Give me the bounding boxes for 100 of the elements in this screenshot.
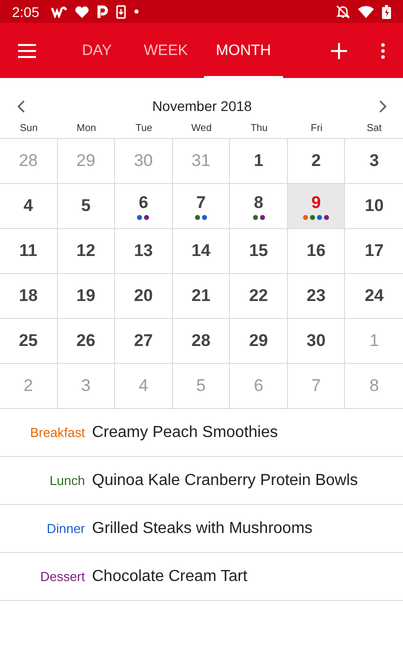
day-number: 30 bbox=[306, 331, 326, 351]
day-number: 10 bbox=[364, 196, 384, 216]
day-cell[interactable]: 17 bbox=[345, 229, 403, 274]
day-cell[interactable]: 11 bbox=[0, 229, 58, 274]
meal-label: Breakfast bbox=[29, 425, 85, 440]
weekday-label: Sat bbox=[366, 122, 383, 134]
next-month-icon[interactable] bbox=[379, 100, 387, 112]
day-number: 30 bbox=[134, 151, 153, 171]
day-number: 2 bbox=[311, 151, 321, 171]
recipe-title: Grilled Steaks with Mushrooms bbox=[92, 520, 313, 538]
meal-row[interactable]: Lunch Quinoa Kale Cranberry Protein Bowls bbox=[0, 457, 403, 505]
weekday-label: Wed bbox=[190, 122, 213, 134]
day-number: 3 bbox=[81, 376, 91, 396]
day-number: 20 bbox=[134, 286, 153, 306]
day-number: 28 bbox=[192, 331, 210, 351]
day-number: 17 bbox=[364, 241, 384, 261]
day-number: 7 bbox=[196, 192, 206, 212]
day-cell[interactable]: 4 bbox=[0, 184, 58, 229]
day-cell[interactable]: 20 bbox=[115, 274, 173, 319]
day-number: 6 bbox=[138, 192, 148, 212]
day-number: 6 bbox=[254, 376, 264, 396]
p-icon bbox=[97, 5, 108, 18]
day-number: 8 bbox=[369, 376, 379, 396]
day-cell[interactable]: 27 bbox=[115, 319, 173, 364]
meal-row[interactable]: Dessert Chocolate Cream Tart bbox=[0, 553, 403, 601]
recipe-title: Creamy Peach Smoothies bbox=[92, 424, 278, 442]
day-number: 18 bbox=[18, 286, 38, 306]
recipe-title: Quinoa Kale Cranberry Protein Bowls bbox=[92, 472, 358, 490]
day-cell[interactable]: 28 bbox=[172, 319, 230, 364]
weekday-label: Fri bbox=[310, 122, 324, 134]
day-number: 8 bbox=[254, 192, 264, 212]
day-cell[interactable]: 1 bbox=[230, 139, 288, 184]
day-cell[interactable]: 10 bbox=[345, 184, 403, 229]
day-number: 4 bbox=[24, 196, 34, 216]
day-number: 15 bbox=[249, 241, 268, 261]
day-number: 4 bbox=[138, 376, 148, 396]
day-cell[interactable]: 18 bbox=[0, 274, 58, 319]
day-cell[interactable]: 12 bbox=[58, 229, 116, 274]
meal-label: Dinner bbox=[46, 521, 85, 536]
day-number: 3 bbox=[369, 151, 379, 171]
day-number: 26 bbox=[76, 331, 96, 351]
meal-row[interactable]: Dinner Grilled Steaks with Mushrooms bbox=[0, 505, 403, 553]
day-cell[interactable]: 26 bbox=[58, 319, 116, 364]
day-number: 23 bbox=[306, 286, 326, 306]
day-number: 1 bbox=[254, 151, 264, 171]
day-number: 13 bbox=[134, 241, 153, 261]
previous-month-icon[interactable] bbox=[17, 100, 25, 112]
recipe-title: Chocolate Cream Tart bbox=[92, 568, 248, 586]
add-icon[interactable] bbox=[331, 42, 347, 58]
day-cell[interactable]: 30 bbox=[288, 319, 346, 364]
day-number: 12 bbox=[76, 241, 96, 261]
meal-label: Lunch bbox=[48, 473, 85, 488]
more-icon[interactable] bbox=[381, 42, 385, 58]
menu-icon[interactable] bbox=[18, 44, 36, 58]
meal-label: Dessert bbox=[39, 569, 85, 584]
day-cell[interactable]: 22 bbox=[230, 274, 288, 319]
day-cell[interactable]: 25 bbox=[0, 319, 58, 364]
day-cell[interactable]: 21 bbox=[172, 274, 230, 319]
dot-icon bbox=[134, 9, 140, 14]
day-cell[interactable]: 15 bbox=[230, 229, 288, 274]
bell-off-icon bbox=[336, 4, 350, 18]
day-cell[interactable]: 6 bbox=[115, 184, 173, 229]
day-cell[interactable]: 29 bbox=[230, 319, 288, 364]
day-number: 1 bbox=[369, 331, 379, 351]
month-title: November 2018 bbox=[152, 98, 252, 114]
day-cell[interactable]: 5 bbox=[58, 184, 116, 229]
day-number: 5 bbox=[81, 196, 91, 216]
day-number: 11 bbox=[19, 241, 38, 261]
day-cell[interactable]: 16 bbox=[288, 229, 346, 274]
day-number: 27 bbox=[134, 331, 153, 351]
weekday-label: Tue bbox=[134, 122, 154, 134]
day-cell[interactable]: 24 bbox=[345, 274, 403, 319]
weekday-label: Sun bbox=[18, 122, 39, 134]
day-number: 9 bbox=[311, 192, 321, 212]
day-number: 31 bbox=[192, 151, 210, 171]
day-cell[interactable]: 3 bbox=[345, 139, 403, 184]
weekday-label: Thu bbox=[249, 122, 269, 134]
day-number: 19 bbox=[76, 286, 96, 306]
day-cell[interactable]: 13 bbox=[115, 229, 173, 274]
day-cell[interactable]: 9 bbox=[288, 184, 346, 229]
meal-row[interactable]: Breakfast Creamy Peach Smoothies bbox=[0, 409, 403, 457]
day-cell[interactable]: 7 bbox=[172, 184, 230, 229]
day-number: 29 bbox=[76, 151, 96, 171]
day-cell[interactable]: 14 bbox=[172, 229, 230, 274]
day-cell[interactable]: 19 bbox=[58, 274, 116, 319]
day-number: 22 bbox=[249, 286, 268, 306]
day-number: 24 bbox=[364, 286, 384, 306]
day-number: 14 bbox=[192, 241, 210, 261]
heart-icon bbox=[75, 6, 90, 18]
day-number: 25 bbox=[18, 331, 38, 351]
status-time: 2:05 bbox=[12, 4, 40, 20]
weekday-label: Mon bbox=[76, 122, 98, 134]
day-number: 28 bbox=[18, 151, 38, 171]
wifi-icon bbox=[358, 6, 374, 18]
view-tab[interactable]: MONTH bbox=[204, 23, 283, 78]
day-number: 29 bbox=[249, 331, 268, 351]
battery-icon bbox=[382, 4, 391, 18]
day-number: 16 bbox=[306, 241, 326, 261]
day-cell[interactable]: 23 bbox=[288, 274, 346, 319]
day-number: 2 bbox=[24, 376, 34, 396]
